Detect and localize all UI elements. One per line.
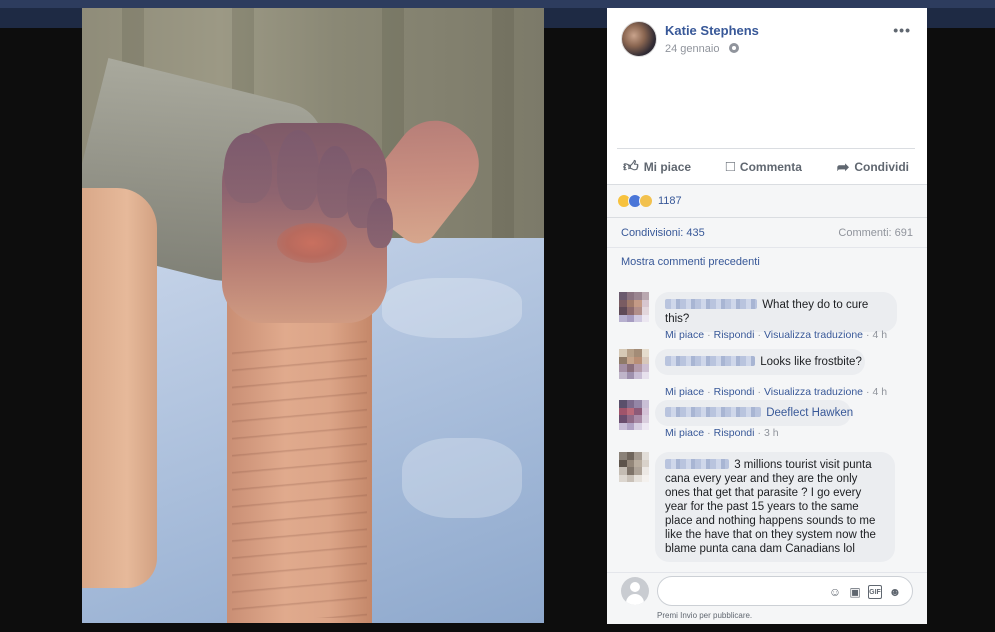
sticker-icon[interactable]: ☻ xyxy=(888,585,902,599)
reactions-bar[interactable]: 1187 xyxy=(607,184,927,218)
post-stats: Condivisioni: 435 Commenti: 691 xyxy=(607,218,927,248)
comment-time[interactable]: 3 h xyxy=(764,427,779,439)
commenter-name-blurred[interactable] xyxy=(665,356,755,366)
comment-bubble: Deeflect Hawken xyxy=(655,400,853,426)
comment-like-link[interactable]: Mi piace xyxy=(665,386,704,398)
emoji-icon[interactable]: ☺ xyxy=(828,585,842,599)
comment-time[interactable]: 4 h xyxy=(873,329,888,341)
pixelated-avatar xyxy=(619,452,649,482)
comment-text: Looks like frostbite? xyxy=(760,356,862,368)
share-button[interactable]: ➦ Condividi xyxy=(837,158,909,176)
avatar[interactable] xyxy=(621,21,657,57)
comment-text: 3 millions tourist visit punta cana ever… xyxy=(665,459,876,555)
comment-like-link[interactable]: Mi piace xyxy=(665,427,704,439)
globe-icon xyxy=(728,43,739,53)
gif-icon[interactable]: GIF xyxy=(868,585,882,599)
shares-count[interactable]: Condivisioni: 435 xyxy=(621,227,705,239)
post-header: Katie Stephens 24 gennaio ••• xyxy=(607,8,927,148)
comment-like-link[interactable]: Mi piace xyxy=(665,329,704,341)
commenter-name-blurred[interactable] xyxy=(665,459,729,469)
commenter-name-blurred[interactable] xyxy=(665,407,761,417)
comment-bubble: Looks like frostbite? xyxy=(655,349,865,375)
comment-input[interactable]: ☺ ▣ GIF ☻ xyxy=(657,576,913,606)
separator: · xyxy=(866,329,870,341)
pixelated-avatar xyxy=(619,292,649,322)
sheet-fold xyxy=(402,438,522,518)
separator: · xyxy=(757,386,761,398)
comment-meta: Mi piace · Rispondi · 3 h xyxy=(665,427,779,439)
show-previous-comments-link[interactable]: Mostra commenti precedenti xyxy=(621,256,760,268)
post-photo[interactable] xyxy=(82,8,544,623)
separator: · xyxy=(707,427,711,439)
see-translation-link[interactable]: Visualizza traduzione xyxy=(764,329,863,341)
reaction-count[interactable]: 1187 xyxy=(658,195,682,207)
toe xyxy=(367,198,393,248)
separator: · xyxy=(757,329,761,341)
camera-icon[interactable]: ▣ xyxy=(848,585,862,599)
comments-count[interactable]: Commenti: 691 xyxy=(838,227,913,239)
pixelated-avatar xyxy=(619,400,649,430)
comment-composer: ☺ ▣ GIF ☻ Premi Invio per pubblicare. xyxy=(607,572,927,624)
composer-hint: Premi Invio per pubblicare. xyxy=(657,611,753,620)
comment-icon: □ xyxy=(725,158,735,175)
separator: · xyxy=(707,386,711,398)
separator: · xyxy=(866,386,870,398)
see-translation-link[interactable]: Visualizza traduzione xyxy=(764,386,863,398)
avatar[interactable] xyxy=(619,400,649,430)
comment-meta: Mi piace · Rispondi · Visualizza traduzione ·… xyxy=(665,386,887,398)
comment-reply-link[interactable]: Rispondi xyxy=(714,329,755,341)
post-date-text[interactable]: 24 gennaio xyxy=(665,43,719,55)
post-date[interactable]: 24 gennaio xyxy=(665,43,739,55)
curtain-fold xyxy=(492,8,514,248)
composer-icons: ☺ ▣ GIF ☻ xyxy=(828,585,902,599)
wound xyxy=(277,223,347,263)
post-actions: 👍︎ Mi piace □ Commenta ➦ Condividi xyxy=(617,148,915,184)
author-name[interactable]: Katie Stephens xyxy=(665,23,759,38)
comment-reply-link[interactable]: Rispondi xyxy=(714,386,755,398)
pixelated-avatar xyxy=(619,349,649,379)
tagged-user-link[interactable]: Deeflect Hawken xyxy=(766,407,853,419)
more-options-icon[interactable]: ••• xyxy=(893,22,911,38)
comment-reply-link[interactable]: Rispondi xyxy=(714,427,755,439)
sock-marks xyxy=(232,338,367,618)
separator: · xyxy=(757,427,761,439)
separator: · xyxy=(707,329,711,341)
comment-bubble: 3 millions tourist visit punta cana ever… xyxy=(655,452,895,562)
avatar[interactable] xyxy=(619,349,649,379)
left-leg xyxy=(82,188,157,588)
post-side-panel: Katie Stephens 24 gennaio ••• 👍︎ Mi piac… xyxy=(607,8,927,624)
avatar[interactable] xyxy=(619,452,649,482)
comment-button[interactable]: □ Commenta xyxy=(726,158,802,175)
like-button[interactable]: 👍︎ Mi piace xyxy=(623,158,691,176)
like-label: Mi piace xyxy=(643,159,692,174)
comments-area: Mostra commenti precedenti What they do … xyxy=(607,248,927,572)
comment-meta: Mi piace · Rispondi · Visualizza traduzione ·… xyxy=(665,329,887,341)
sheet-fold xyxy=(382,278,522,338)
thumbs-up-icon: 👍︎ xyxy=(623,157,639,175)
avatar xyxy=(621,577,649,605)
comment-bubble: What they do to cure this? xyxy=(655,292,897,332)
commenter-name-blurred[interactable] xyxy=(665,299,757,309)
share-icon: ➦ xyxy=(836,158,850,176)
sad-reaction-icon xyxy=(639,194,653,208)
toe xyxy=(224,133,272,203)
toe xyxy=(277,130,319,210)
comment-label: Commenta xyxy=(739,159,802,174)
comment-time[interactable]: 4 h xyxy=(873,386,888,398)
avatar[interactable] xyxy=(619,292,649,322)
share-label: Condividi xyxy=(854,159,909,174)
